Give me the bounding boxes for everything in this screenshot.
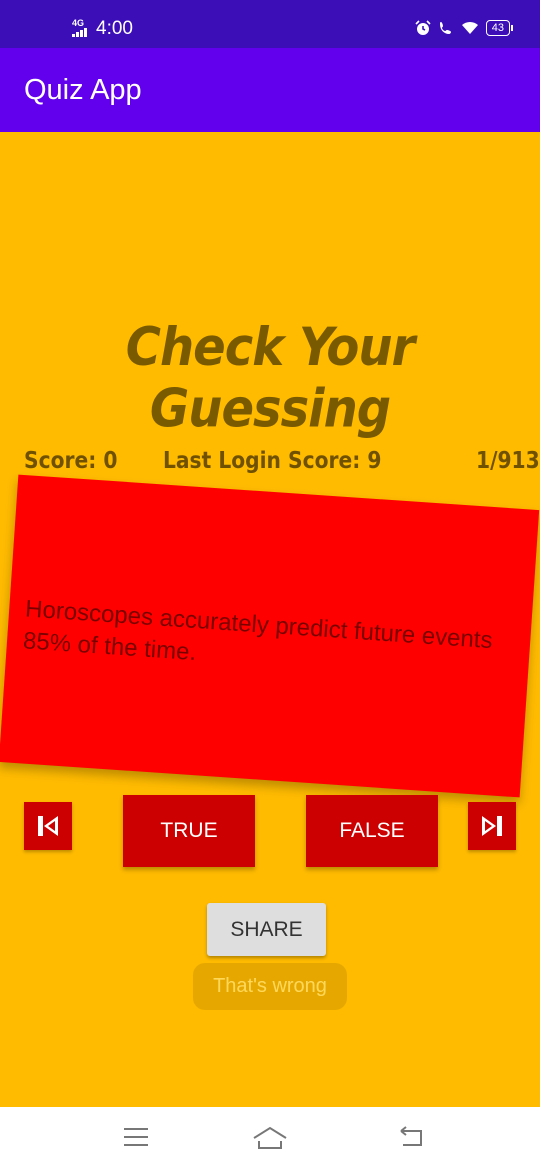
share-button[interactable]: SHARE: [207, 903, 326, 956]
last-login-score-label: Last Login Score: 9: [163, 448, 382, 474]
wifi-icon: [461, 21, 478, 34]
app-title: Quiz App: [24, 74, 142, 106]
back-icon[interactable]: [397, 1125, 425, 1149]
previous-button[interactable]: [24, 802, 72, 850]
clock: 4:00: [96, 18, 133, 39]
skip-next-icon: [482, 816, 502, 836]
alarm-icon: [415, 20, 431, 35]
next-button[interactable]: [468, 802, 516, 850]
network-type: 4G: [72, 18, 85, 28]
menu-icon[interactable]: [122, 1125, 150, 1149]
score-label: Score: 0: [24, 448, 118, 474]
status-bar: 4G 4:00 43: [0, 0, 540, 48]
toast-message: That's wrong: [193, 963, 347, 1010]
headline: Check Your Guessing: [125, 316, 415, 440]
question-card: Horoscopes accurately predict future eve…: [0, 474, 540, 798]
navigation-bar: [0, 1107, 540, 1170]
wifi-call-icon: [439, 22, 451, 34]
app-bar: Quiz App: [0, 48, 540, 132]
battery-level: 43: [485, 20, 514, 36]
question-progress: 1/913: [476, 448, 540, 474]
skip-previous-icon: [38, 816, 58, 836]
home-icon[interactable]: [252, 1125, 288, 1151]
signal-icon: 4G: [72, 19, 90, 39]
question-text: Horoscopes accurately predict future eve…: [22, 595, 494, 667]
false-button[interactable]: FALSE: [306, 795, 438, 867]
true-button[interactable]: TRUE: [123, 795, 255, 867]
